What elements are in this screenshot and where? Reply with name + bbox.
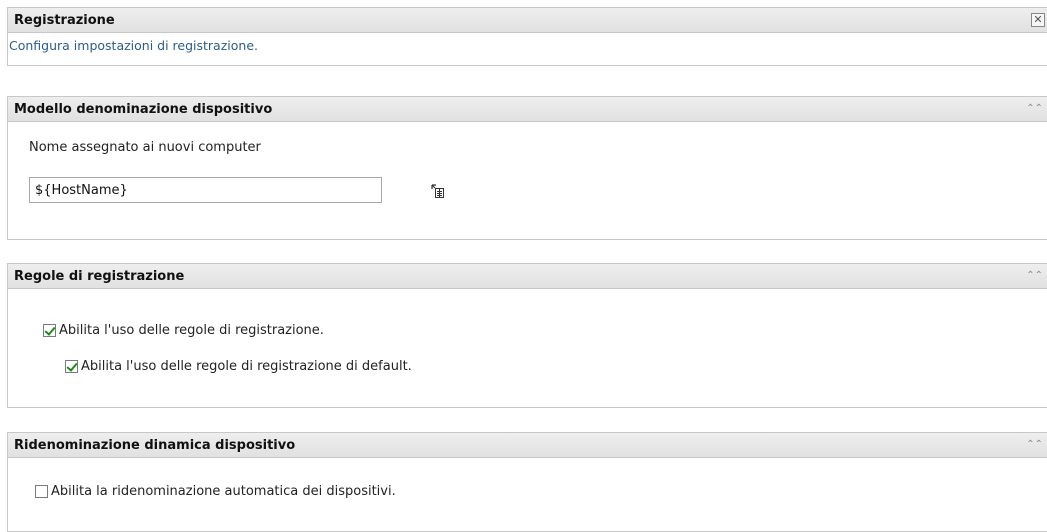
enable-rename-option[interactable]: Abilita la ridenominazione automatica de…: [35, 484, 396, 499]
close-icon: ✕: [1033, 13, 1043, 26]
page-description: Configura impostazioni di registrazione.: [9, 38, 258, 53]
collapse-icon[interactable]: ⌃⌃: [1026, 104, 1043, 114]
device-naming-header: Modello denominazione dispositivo ⌃⌃: [8, 97, 1047, 122]
enable-default-rules-checkbox[interactable]: [65, 360, 78, 373]
registration-rules-header: Regole di registrazione ⌃⌃: [8, 264, 1047, 289]
dynamic-rename-title: Ridenominazione dinamica dispositivo: [14, 437, 296, 453]
enable-default-rules-option[interactable]: Abilita l'uso delle regole di registrazi…: [65, 359, 412, 374]
registration-panel: Registrazione ✕ Configura impostazioni d…: [7, 7, 1047, 66]
device-naming-title: Modello denominazione dispositivo: [14, 101, 273, 117]
collapse-icon[interactable]: ⌃⌃: [1026, 440, 1043, 450]
dynamic-rename-header: Ridenominazione dinamica dispositivo ⌃⌃: [8, 433, 1047, 458]
enable-rename-checkbox[interactable]: [35, 485, 48, 498]
registration-rules-panel: Regole di registrazione ⌃⌃ Abilita l'uso…: [7, 263, 1047, 408]
enable-rules-label: Abilita l'uso delle regole di registrazi…: [59, 323, 324, 338]
registration-panel-header: Registrazione ✕: [8, 8, 1047, 33]
computer-name-label: Nome assegnato ai nuovi computer: [29, 140, 261, 155]
insert-variable-icon[interactable]: [431, 184, 445, 198]
dynamic-rename-panel: Ridenominazione dinamica dispositivo ⌃⌃ …: [7, 432, 1047, 532]
enable-rules-checkbox[interactable]: [43, 324, 56, 337]
enable-default-rules-label: Abilita l'uso delle regole di registrazi…: [81, 359, 412, 374]
device-naming-panel: Modello denominazione dispositivo ⌃⌃ Nom…: [7, 96, 1047, 240]
enable-rules-option[interactable]: Abilita l'uso delle regole di registrazi…: [43, 323, 324, 338]
collapse-icon[interactable]: ⌃⌃: [1026, 271, 1043, 281]
close-button[interactable]: ✕: [1031, 13, 1045, 27]
computer-name-input[interactable]: [29, 177, 382, 203]
page-title: Registrazione: [14, 12, 115, 28]
registration-rules-title: Regole di registrazione: [14, 268, 185, 284]
enable-rename-label: Abilita la ridenominazione automatica de…: [51, 484, 396, 499]
